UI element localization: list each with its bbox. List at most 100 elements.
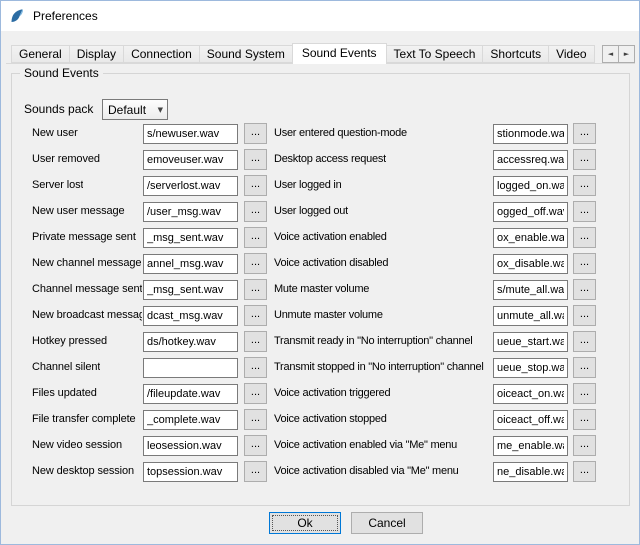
sound-event-label: New video session [32, 439, 122, 451]
sound-event-row: Server lost... [22, 173, 278, 199]
browse-button[interactable]: ... [573, 175, 596, 196]
browse-button[interactable]: ... [573, 409, 596, 430]
sound-file-input[interactable] [493, 228, 568, 248]
sound-file-input[interactable] [493, 410, 568, 430]
sound-file-input[interactable] [143, 410, 238, 430]
sound-event-row: Voice activation triggered... [274, 381, 597, 407]
sound-event-label: Private message sent [32, 231, 136, 243]
tab-scroll-left-button[interactable]: ◄ [602, 45, 619, 63]
browse-button[interactable]: ... [573, 357, 596, 378]
sound-file-input[interactable] [493, 254, 568, 274]
sound-file-input[interactable] [143, 176, 238, 196]
browse-button[interactable]: ... [244, 279, 267, 300]
tab-general[interactable]: General [11, 45, 70, 63]
sound-file-input[interactable] [493, 176, 568, 196]
browse-button[interactable]: ... [244, 435, 267, 456]
browse-button[interactable]: ... [573, 201, 596, 222]
browse-button[interactable]: ... [573, 305, 596, 326]
sound-event-label: User removed [32, 153, 100, 165]
browse-button[interactable]: ... [573, 123, 596, 144]
browse-button[interactable]: ... [244, 383, 267, 404]
tab-sound-system[interactable]: Sound System [199, 45, 293, 63]
sound-event-label: Transmit stopped in "No interruption" ch… [274, 361, 484, 373]
browse-button[interactable]: ... [244, 227, 267, 248]
group-title: Sound Events [20, 66, 103, 80]
tab-scroll-right-button[interactable]: ► [618, 45, 635, 63]
sound-file-input[interactable] [493, 280, 568, 300]
sound-file-input[interactable] [493, 358, 568, 378]
sound-file-input[interactable] [493, 436, 568, 456]
sound-event-row: File transfer complete... [22, 407, 278, 433]
sound-file-input[interactable] [143, 332, 238, 352]
sound-file-input[interactable] [143, 202, 238, 222]
sound-event-label: New broadcast message [32, 309, 142, 321]
browse-button[interactable]: ... [573, 279, 596, 300]
sound-event-row: Unmute master volume... [274, 303, 597, 329]
tab-shortcuts[interactable]: Shortcuts [482, 45, 549, 63]
browse-button[interactable]: ... [244, 331, 267, 352]
sound-file-input[interactable] [143, 254, 238, 274]
sound-file-input[interactable] [143, 384, 238, 404]
sound-event-row: New channel message... [22, 251, 278, 277]
sound-file-input[interactable] [493, 332, 568, 352]
browse-button[interactable]: ... [244, 175, 267, 196]
browse-button[interactable]: ... [244, 253, 267, 274]
sound-event-label: Voice activation stopped [274, 413, 387, 425]
sound-event-row: New video session... [22, 433, 278, 459]
tab-sound-events[interactable]: Sound Events [292, 43, 387, 64]
sound-event-label: Unmute master volume [274, 309, 383, 321]
sound-file-input[interactable] [143, 124, 238, 144]
tab-scroller: ◄ ► [602, 45, 635, 63]
browse-button[interactable]: ... [244, 201, 267, 222]
sounds-pack-value: Default [108, 103, 146, 117]
sound-event-row: Voice activation enabled... [274, 225, 597, 251]
sound-file-input[interactable] [493, 384, 568, 404]
browse-button[interactable]: ... [244, 149, 267, 170]
tab-text-to-speech[interactable]: Text To Speech [386, 45, 484, 63]
browse-button[interactable]: ... [573, 331, 596, 352]
sounds-pack-select[interactable]: Default ▼ [102, 99, 168, 120]
sound-event-label: New desktop session [32, 465, 134, 477]
sound-events-group: Sound Events Sounds pack Default ▼ New u… [11, 73, 630, 506]
browse-button[interactable]: ... [244, 409, 267, 430]
browse-button[interactable]: ... [573, 227, 596, 248]
sound-file-input[interactable] [143, 306, 238, 326]
browse-button[interactable]: ... [244, 123, 267, 144]
sound-file-input[interactable] [143, 436, 238, 456]
sound-file-input[interactable] [143, 280, 238, 300]
sound-file-input[interactable] [493, 462, 568, 482]
browse-button[interactable]: ... [573, 149, 596, 170]
tab-connection[interactable]: Connection [123, 45, 200, 63]
tab-video[interactable]: Video [548, 45, 594, 63]
sound-event-label: Voice activation triggered [274, 387, 390, 399]
sound-events-column-right: User entered question-mode... Desktop acc… [274, 121, 597, 485]
browse-button[interactable]: ... [244, 305, 267, 326]
browse-button[interactable]: ... [573, 435, 596, 456]
sound-event-row: Voice activation disabled... [274, 251, 597, 277]
sound-event-label: Desktop access request [274, 153, 386, 165]
cancel-button[interactable]: Cancel [351, 512, 423, 534]
tab-display[interactable]: Display [69, 45, 124, 63]
sound-file-input[interactable] [143, 358, 238, 378]
sound-event-row: New broadcast message... [22, 303, 278, 329]
app-icon [9, 8, 25, 24]
sound-event-label: Voice activation enabled via "Me" menu [274, 439, 457, 451]
sound-event-row: User entered question-mode... [274, 121, 597, 147]
sound-event-label: Transmit ready in "No interruption" chan… [274, 335, 472, 347]
browse-button[interactable]: ... [573, 383, 596, 404]
browse-button[interactable]: ... [244, 461, 267, 482]
sound-file-input[interactable] [143, 462, 238, 482]
tab-strip: GeneralDisplayConnectionSound SystemSoun… [11, 43, 602, 65]
sound-file-input[interactable] [493, 202, 568, 222]
browse-button[interactable]: ... [244, 357, 267, 378]
sound-event-label: Voice activation enabled [274, 231, 387, 243]
sound-file-input[interactable] [493, 306, 568, 326]
sound-file-input[interactable] [493, 150, 568, 170]
sound-file-input[interactable] [143, 150, 238, 170]
sound-event-row: Channel silent... [22, 355, 278, 381]
sound-file-input[interactable] [493, 124, 568, 144]
sound-file-input[interactable] [143, 228, 238, 248]
browse-button[interactable]: ... [573, 253, 596, 274]
ok-button[interactable]: Ok [269, 512, 341, 534]
browse-button[interactable]: ... [573, 461, 596, 482]
